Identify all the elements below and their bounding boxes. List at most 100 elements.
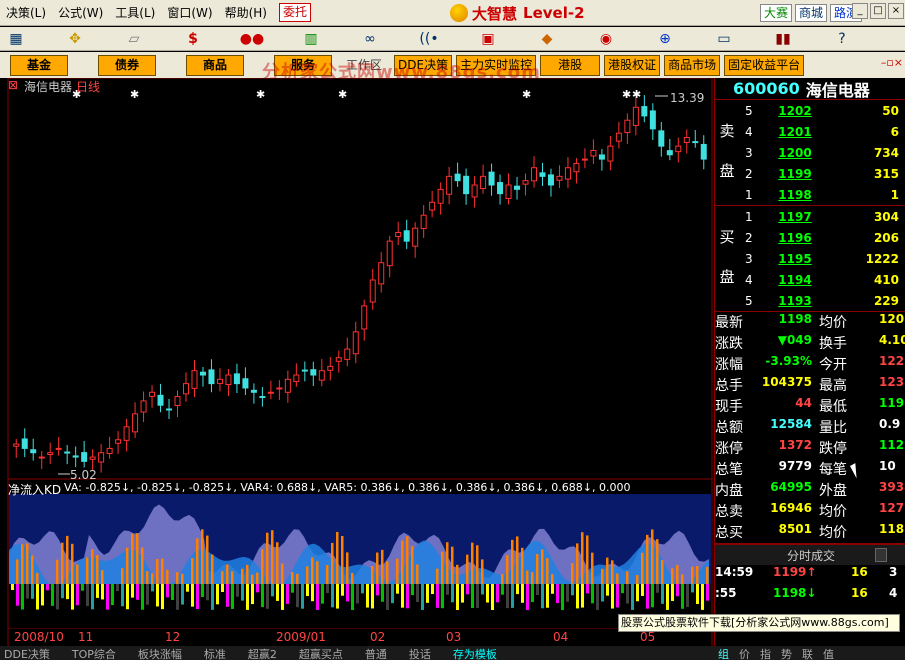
traffic-light-icon[interactable]: ●● xyxy=(238,29,266,49)
menu-formula[interactable]: 公式(W) xyxy=(52,2,109,24)
indicator-bar xyxy=(671,568,674,584)
bottom-tab[interactable]: 普通 xyxy=(365,646,387,660)
fixed-income-button[interactable]: 固定收益平台 xyxy=(724,54,805,76)
buy-row[interactable]: 3 1195 1222 xyxy=(715,248,905,269)
panel-tab[interactable]: 组 xyxy=(718,646,729,660)
commodity-market-button[interactable]: 商品市场 xyxy=(664,54,721,76)
sell-row[interactable]: 2 1199 315 xyxy=(715,163,905,184)
binoculars-icon[interactable]: ∞ xyxy=(356,29,384,49)
indicator-lower-bar xyxy=(441,584,444,609)
candle-body xyxy=(632,106,639,126)
sell-row[interactable]: 3 1200 734 xyxy=(715,142,905,163)
fund-button[interactable]: 基金 xyxy=(10,54,68,76)
grid-icon[interactable]: ▦ xyxy=(2,29,30,49)
buy-price[interactable]: 1197 xyxy=(777,210,813,224)
sell-price[interactable]: 1199 xyxy=(777,167,813,181)
commodity-button[interactable]: 商品 xyxy=(186,54,244,76)
menu-help[interactable]: 帮助(H) xyxy=(219,2,273,24)
diamond-icon[interactable]: ◆ xyxy=(533,29,561,49)
minimize-icon[interactable]: _ xyxy=(852,3,868,19)
indicator-lower-bar xyxy=(376,584,379,596)
sell-row[interactable]: 1 1198 1 xyxy=(715,184,905,205)
sell-row[interactable]: 4 1201 6 xyxy=(715,121,905,142)
buy-level: 1 xyxy=(745,209,753,224)
dollar-icon[interactable]: $ xyxy=(179,29,207,49)
buy-row[interactable]: 5 1193 229 xyxy=(715,290,905,311)
indicator-bar xyxy=(696,565,699,584)
buy-price[interactable]: 1194 xyxy=(777,273,813,287)
panel-tab[interactable]: 势 xyxy=(781,646,792,660)
brand-globe-icon xyxy=(450,4,468,22)
bottom-tab[interactable]: 超赢买点 xyxy=(299,646,343,660)
ruler-icon[interactable]: ▱ xyxy=(120,29,148,49)
bottom-tab[interactable]: 超赢2 xyxy=(248,646,277,660)
bottom-tab[interactable]: 投话 xyxy=(409,646,431,660)
sell-price[interactable]: 1201 xyxy=(777,125,813,139)
indicator-bar xyxy=(351,573,354,584)
app-window: 决策(L) 公式(W) 工具(L) 窗口(W) 帮助(H) 委托 大智慧 Lev… xyxy=(0,0,905,660)
maximize-icon[interactable]: □ xyxy=(870,3,886,19)
ad-banner[interactable]: 股票公式股票软件下载[分析家公式网www.88gs.com] xyxy=(618,614,900,632)
hk-stock-button[interactable]: 港股 xyxy=(540,54,601,76)
stat-row: 总卖 16946 均价 127 xyxy=(715,501,905,522)
panel-tab[interactable]: 价 xyxy=(739,646,750,660)
bottom-tab[interactable]: 存为模板 xyxy=(453,646,497,660)
bottom-tab[interactable]: 标准 xyxy=(204,646,226,660)
window-controls: _ □ × xyxy=(852,3,904,19)
panel-tab[interactable]: 指 xyxy=(760,646,771,660)
buy-row[interactable]: 1 1197 304 xyxy=(715,206,905,227)
indicator-bar xyxy=(121,568,124,584)
sell-price[interactable]: 1202 xyxy=(777,104,813,118)
indicator-lower-bar xyxy=(701,584,704,610)
buy-price[interactable]: 1196 xyxy=(777,231,813,245)
ticks-header[interactable]: 分时成交 xyxy=(715,544,905,565)
indicator-lower-bar xyxy=(91,584,94,610)
chart-close-icon[interactable]: ⊠ xyxy=(8,78,18,92)
bottom-tab[interactable]: TOP综合 xyxy=(72,646,116,660)
window-icon[interactable]: ▭ xyxy=(710,29,738,49)
calc-icon[interactable]: ▣ xyxy=(474,29,502,49)
menu-decision[interactable]: 决策(L) xyxy=(0,2,52,24)
panel-tab[interactable]: 联 xyxy=(802,646,813,660)
candle-body xyxy=(293,374,300,383)
bottom-tab[interactable]: 板块涨幅 xyxy=(138,646,182,660)
indicator-lower-bar xyxy=(36,584,39,610)
indicator-lower-bar xyxy=(491,584,494,610)
buy-row[interactable]: 2 1196 206 xyxy=(715,227,905,248)
help-icon[interactable]: ? xyxy=(828,29,856,49)
indicator-bar xyxy=(281,563,284,584)
indicator-bar xyxy=(311,557,314,584)
menu-tools[interactable]: 工具(L) xyxy=(109,2,161,24)
globe-icon[interactable]: ⊕ xyxy=(651,29,679,49)
close-icon[interactable]: × xyxy=(888,3,904,19)
candle-body xyxy=(683,137,690,143)
bottom-tab[interactable]: DDE决策 xyxy=(4,646,50,660)
move-icon[interactable]: ✥ xyxy=(61,29,89,49)
buy-row[interactable]: 4 1194 410 xyxy=(715,269,905,290)
books-icon[interactable]: ▮▮ xyxy=(769,29,797,49)
signal-icon[interactable]: ((• xyxy=(415,29,443,49)
buy-price[interactable]: 1193 xyxy=(777,294,813,308)
indicator-lower-bar xyxy=(246,584,249,610)
kline-chart[interactable]: ✱ ✱ ✱ ✱ ✱ ✱ ✱ ⊠ 海信电器 日线 13.39 5.02 净流入KD VA: -… xyxy=(0,78,714,658)
stripes-icon[interactable]: ▥ xyxy=(297,29,325,49)
sell-price[interactable]: 1200 xyxy=(777,146,813,160)
play-icon[interactable] xyxy=(875,548,887,562)
link-mall[interactable]: 商城 xyxy=(795,4,828,22)
restore-icon[interactable]: –▫× xyxy=(881,56,903,69)
candle-body xyxy=(132,413,139,433)
sell-price[interactable]: 1198 xyxy=(777,188,813,202)
entrust-button[interactable]: 委托 xyxy=(278,3,311,22)
indicator-bar xyxy=(296,573,299,584)
hk-warrant-button[interactable]: 港股权证 xyxy=(604,54,661,76)
stock-name: 海信电器 xyxy=(805,80,870,100)
sell-row[interactable]: 5 1202 50 xyxy=(715,100,905,121)
buy-price[interactable]: 1195 xyxy=(777,252,813,266)
bond-button[interactable]: 债券 xyxy=(98,54,156,76)
menu-window[interactable]: 窗口(W) xyxy=(161,2,218,24)
panel-tab[interactable]: 值 xyxy=(823,646,834,660)
link-contest[interactable]: 大赛 xyxy=(760,4,793,22)
lips-icon[interactable]: ◉ xyxy=(592,29,620,49)
indicator-bar xyxy=(516,536,519,584)
indicator-bar xyxy=(541,549,544,584)
